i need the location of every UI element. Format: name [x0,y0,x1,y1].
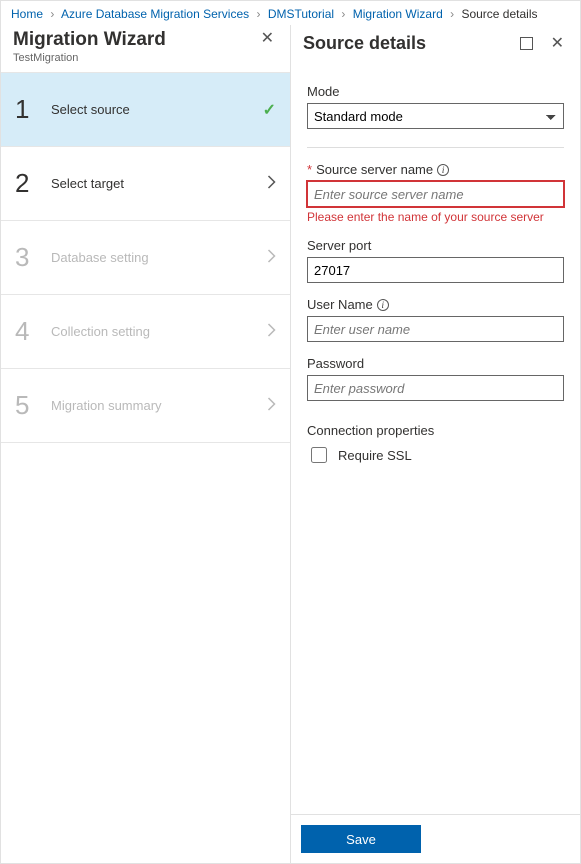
chevron-right-icon [267,397,276,414]
require-ssl-checkbox[interactable] [311,447,327,463]
step-label: Migration summary [51,398,267,413]
mode-label: Mode [307,84,564,99]
password-input[interactable] [307,375,564,401]
chevron-right-icon: › [46,7,58,21]
chevron-right-icon: › [446,7,458,21]
chevron-right-icon: › [252,7,264,21]
wizard-step-migration-summary[interactable]: 5 Migration summary [1,369,290,443]
divider [307,147,564,148]
step-label: Select source [51,102,263,117]
chevron-right-icon [267,249,276,266]
required-asterisk: * [307,162,312,177]
step-number: 5 [15,390,51,421]
breadcrumb-current: Source details [461,7,537,21]
breadcrumb-dms[interactable]: Azure Database Migration Services [61,7,249,21]
user-name-label: User Name i [307,297,564,312]
label-text: Source server name [316,162,433,177]
step-number: 1 [15,94,51,125]
source-server-error: Please enter the name of your source ser… [307,210,564,224]
close-icon[interactable]: ✕ [547,34,568,54]
step-label: Database setting [51,250,267,265]
connection-properties-label: Connection properties [307,423,564,438]
app-root: Home › Azure Database Migration Services… [0,0,581,864]
require-ssl-label: Require SSL [338,448,412,463]
server-port-input[interactable] [307,257,564,283]
chevron-right-icon [267,323,276,340]
info-icon[interactable]: i [377,299,389,311]
wizard-subtitle: TestMigration [13,52,257,64]
step-number: 3 [15,242,51,273]
breadcrumb-wizard[interactable]: Migration Wizard [353,7,443,21]
info-icon[interactable]: i [437,164,449,176]
source-server-label: * Source server name i [307,162,564,177]
breadcrumb-tutorial[interactable]: DMSTutorial [268,7,334,21]
wizard-step-select-source[interactable]: 1 Select source ✓ [1,73,290,147]
step-label: Collection setting [51,324,267,339]
server-port-label: Server port [307,238,564,253]
chevron-right-icon [267,175,276,192]
step-number: 2 [15,168,51,199]
chevron-right-icon: › [337,7,349,21]
label-text: User Name [307,297,373,312]
wizard-step-database-setting[interactable]: 3 Database setting [1,221,290,295]
close-icon[interactable]: ✕ [257,29,278,49]
save-button[interactable]: Save [301,825,421,853]
breadcrumb: Home › Azure Database Migration Services… [1,1,580,25]
wizard-step-collection-setting[interactable]: 4 Collection setting [1,295,290,369]
source-server-input[interactable] [307,181,564,207]
pin-icon[interactable] [520,37,533,50]
breadcrumb-home[interactable]: Home [11,7,43,21]
mode-select[interactable]: Standard mode [307,103,564,129]
step-number: 4 [15,316,51,347]
checkmark-icon: ✓ [263,100,276,120]
wizard-step-select-target[interactable]: 2 Select target [1,147,290,221]
user-name-input[interactable] [307,316,564,342]
wizard-panel: Migration Wizard TestMigration ✕ 1 Selec… [1,25,291,863]
wizard-steps: 1 Select source ✓ 2 Select target 3 Data… [1,72,290,443]
password-label: Password [307,356,564,371]
details-title: Source details [303,33,520,54]
details-panel: Source details ✕ Mode Standard mode * So… [291,25,580,863]
wizard-title: Migration Wizard [13,29,257,51]
step-label: Select target [51,176,267,191]
